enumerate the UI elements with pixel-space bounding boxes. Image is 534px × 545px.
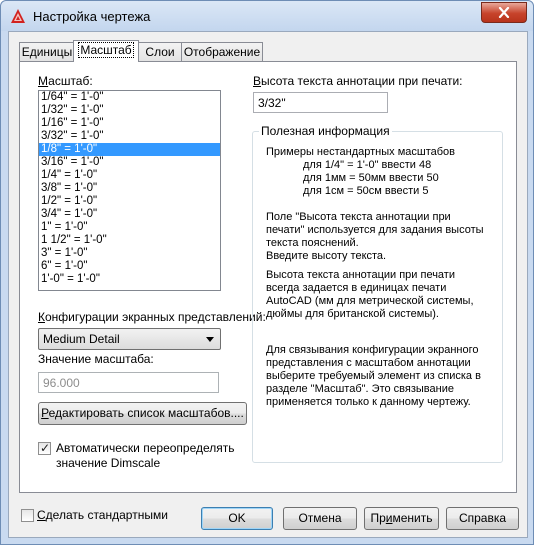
dimscale-label-line2: значение Dimscale: [56, 456, 161, 470]
scale-list-item[interactable]: 1/32" = 1'-0": [39, 104, 220, 117]
edit-scale-list-button[interactable]: Редактировать список масштабов....: [38, 402, 247, 425]
scale-list-item[interactable]: 3/16" = 1'-0": [39, 156, 220, 169]
info-line: Высота текста аннотации при печати: [266, 269, 455, 281]
info-line: Введите высоту текста.: [266, 250, 387, 262]
info-groupbox: Полезная информация Примеры нестандартны…: [252, 124, 503, 463]
scale-list-item[interactable]: 1/4" = 1'-0": [39, 169, 220, 182]
info-line: разделе "Масштаб". Это связывание: [266, 383, 454, 395]
view-config-dropdown[interactable]: Medium Detail: [38, 328, 221, 350]
scale-list-item[interactable]: 1'-0" = 1'-0": [39, 273, 220, 286]
scale-list-item[interactable]: 6" = 1'-0": [39, 260, 220, 273]
ok-button[interactable]: OK: [201, 507, 273, 530]
info-line: текста пояснений.: [266, 237, 359, 249]
scale-list-item[interactable]: 3/4" = 1'-0": [39, 208, 220, 221]
tab-layers[interactable]: Слои: [137, 42, 183, 61]
annotation-height-value: 3/32": [258, 96, 286, 110]
scale-list-item[interactable]: 1 1/2" = 1'-0": [39, 234, 220, 247]
info-line: дюймы для британской системы).: [266, 308, 439, 320]
info-line: Примеры нестандартных масштабов: [266, 146, 456, 158]
view-config-label: Конфигурации экранных представлений:: [38, 310, 266, 324]
dialog-window: Настройка чертежа Единицы Масштаб Слои О…: [0, 0, 534, 545]
autocad-logo-icon: [11, 9, 25, 23]
scale-value-text: 96.000: [43, 376, 80, 390]
scale-list-item[interactable]: 1/2" = 1'-0": [39, 195, 220, 208]
tab-display[interactable]: Отображение: [181, 42, 263, 61]
info-line: для 1см = 50см ввести 5: [303, 185, 429, 197]
scale-listbox[interactable]: 1/64" = 1'-0" 1/32" = 1'-0" 1/16" = 1'-0" 3…: [38, 90, 221, 291]
scale-list-item[interactable]: 3" = 1'-0": [39, 247, 220, 260]
make-standard-label[interactable]: Сделать стандартными: [37, 508, 168, 522]
dimscale-label-line1: Автоматически переопределять: [56, 441, 235, 455]
tab-scale-label: Масштаб: [78, 42, 134, 58]
apply-button[interactable]: Применить: [364, 507, 439, 530]
info-group-title: Полезная информация: [259, 124, 392, 138]
dimscale-label[interactable]: Автоматически переопределять значение Di…: [56, 441, 235, 471]
dimscale-checkbox[interactable]: ✓: [38, 441, 51, 455]
scale-list-item[interactable]: 3/32" = 1'-0": [39, 130, 220, 143]
scale-list-item[interactable]: 1/64" = 1'-0": [39, 91, 220, 104]
info-line: выберите требуемый элемент из списка в: [266, 370, 481, 382]
close-button[interactable]: [481, 2, 527, 23]
scale-list-item[interactable]: 1/16" = 1'-0": [39, 117, 220, 130]
window-title: Настройка чертежа: [33, 9, 151, 24]
scale-list-item[interactable]: 3/8" = 1'-0": [39, 182, 220, 195]
dialog-body: Единицы Масштаб Слои Отображение Масштаб…: [8, 31, 528, 538]
scale-list-item[interactable]: 1" = 1'-0": [39, 221, 220, 234]
info-line: представления с масштабом аннотации: [266, 357, 471, 369]
scale-list-item[interactable]: 1/8" = 1'-0": [39, 143, 220, 156]
make-standard-checkbox[interactable]: [21, 509, 34, 522]
checkmark-icon: ✓: [40, 441, 51, 455]
scale-label: Масштаб:: [38, 74, 93, 88]
chevron-down-icon: [206, 337, 214, 342]
cancel-button[interactable]: Отмена: [283, 507, 357, 530]
scale-tab-panel: Масштаб: 1/64" = 1'-0" 1/32" = 1'-0" 1/16"…: [19, 61, 517, 493]
scale-value-field: 96.000: [38, 372, 219, 393]
info-line: печати" используется для задания высоты: [266, 224, 484, 236]
tab-scale[interactable]: Масштаб: [73, 40, 139, 62]
annotation-height-input[interactable]: 3/32": [253, 92, 388, 113]
annotation-height-label: Высота текста аннотации при печати:: [253, 74, 463, 88]
info-line: Поле "Высота текста аннотации при: [266, 211, 451, 223]
help-button[interactable]: Справка: [446, 507, 519, 530]
tab-units[interactable]: Единицы: [19, 42, 75, 61]
info-line: всегда задается в единицах печати: [266, 282, 447, 294]
close-icon: [498, 7, 510, 18]
info-line: применяется только к данному чертежу.: [266, 396, 471, 408]
info-line: Для связывания конфигурации экранного: [266, 344, 479, 356]
scale-value-label: Значение масштаба:: [38, 352, 154, 366]
view-config-value: Medium Detail: [43, 332, 120, 346]
info-line: для 1мм = 50мм ввести 50: [303, 172, 439, 184]
info-line: AutoCAD (мм для метрической системы,: [266, 295, 474, 307]
info-line: для 1/4" = 1'-0" ввести 48: [303, 159, 432, 171]
title-bar[interactable]: Настройка чертежа: [1, 1, 533, 31]
